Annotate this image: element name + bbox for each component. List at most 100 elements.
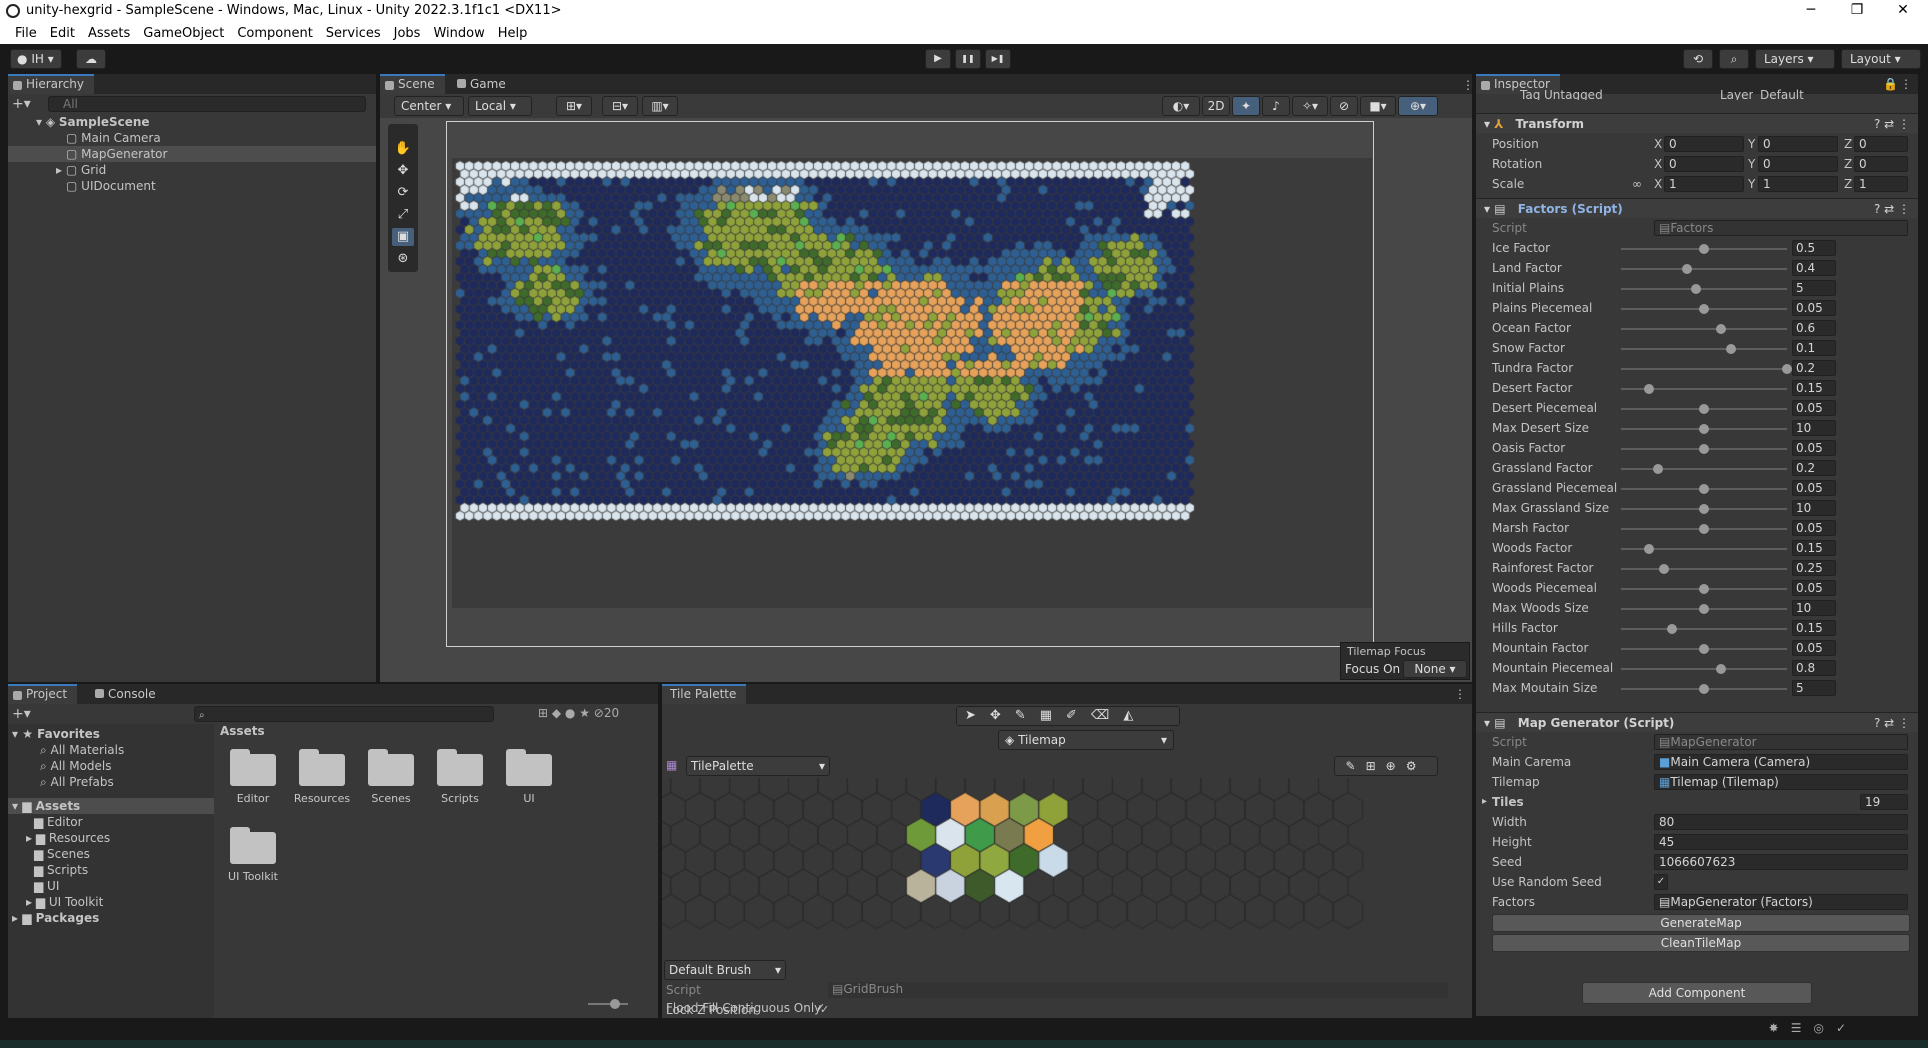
status-icons[interactable]: ✸☰◎✓ bbox=[1769, 1021, 1858, 1035]
clean-tilemap-button[interactable]: CleanTileMap bbox=[1492, 934, 1910, 952]
bug-icon[interactable]: ✸ bbox=[1769, 1021, 1791, 1035]
slider-knob[interactable] bbox=[1699, 484, 1709, 494]
cache-icon[interactable]: ☰ bbox=[1791, 1021, 1814, 1035]
maximize-button[interactable]: ❐ bbox=[1834, 0, 1880, 22]
factor-value[interactable]: 10 bbox=[1792, 500, 1836, 516]
scene-more-icon[interactable]: ⋮ bbox=[1462, 78, 1474, 92]
rotation-y[interactable]: 0 bbox=[1758, 156, 1838, 172]
layer-dropdown[interactable]: Default bbox=[1760, 88, 1900, 100]
effects-dropdown[interactable]: ✧▾ bbox=[1292, 96, 1328, 116]
factor-slider[interactable] bbox=[1621, 424, 1787, 434]
position-x[interactable]: 0 bbox=[1664, 136, 1744, 152]
scale-z[interactable]: 1 bbox=[1854, 176, 1908, 192]
factor-value[interactable]: 0.15 bbox=[1792, 540, 1836, 556]
mapgen-header[interactable]: ▾ ▤ Map Generator (Script) ? ⇄ ⋮ bbox=[1476, 712, 1918, 732]
favorites-node[interactable]: ▾ ★ Favorites bbox=[12, 726, 100, 742]
slider-knob[interactable] bbox=[1699, 644, 1709, 654]
factor-slider[interactable] bbox=[1621, 364, 1792, 374]
slider-knob[interactable] bbox=[1699, 424, 1709, 434]
factor-value[interactable]: 0.15 bbox=[1792, 380, 1836, 396]
tab-hierarchy[interactable]: Hierarchy bbox=[8, 74, 95, 94]
slider-knob[interactable] bbox=[1699, 244, 1709, 254]
tree-resources[interactable]: ▸ ▆ Resources bbox=[26, 830, 110, 846]
menu-help[interactable]: Help bbox=[498, 26, 528, 41]
factor-slider[interactable] bbox=[1621, 564, 1787, 574]
factor-slider[interactable] bbox=[1621, 264, 1787, 274]
factor-slider[interactable] bbox=[1621, 444, 1787, 454]
scene-row[interactable]: ▾ ◈ SampleScene bbox=[8, 114, 376, 130]
factor-value[interactable]: 0.05 bbox=[1792, 440, 1836, 456]
slider-knob[interactable] bbox=[1699, 304, 1709, 314]
factor-slider[interactable] bbox=[1621, 684, 1787, 694]
cloud-button[interactable]: ☁ bbox=[76, 49, 106, 69]
factor-value[interactable]: 0.4 bbox=[1792, 260, 1836, 276]
increment-snap-button[interactable]: ⊟▾ bbox=[602, 96, 638, 116]
edit-icon[interactable]: ✎ bbox=[1346, 759, 1366, 773]
folder-icon[interactable] bbox=[228, 824, 280, 864]
picker-icon[interactable]: ✐ bbox=[1066, 708, 1091, 723]
hidden-objects-toggle[interactable]: ⊘ bbox=[1330, 96, 1358, 116]
tree-editor[interactable]: ▆ Editor bbox=[34, 814, 83, 830]
rotate-tool-icon[interactable]: ⟳ bbox=[392, 184, 414, 202]
eraser-icon[interactable]: ⌫ bbox=[1091, 708, 1123, 723]
palette-grid[interactable] bbox=[662, 778, 1472, 958]
step-button[interactable]: ▶❚ bbox=[985, 49, 1011, 69]
hierarchy-item-uidocument[interactable]: ▢ UIDocument bbox=[8, 178, 376, 194]
slider-knob[interactable] bbox=[1699, 404, 1709, 414]
rect-tool-icon[interactable]: ▣ bbox=[392, 228, 414, 246]
menu-window[interactable]: Window bbox=[433, 26, 484, 41]
create-asset-button[interactable]: +▾ bbox=[12, 706, 31, 722]
random-seed-checkbox[interactable]: ✓ bbox=[1654, 874, 1668, 890]
position-y[interactable]: 0 bbox=[1758, 136, 1838, 152]
factor-value[interactable]: 0.05 bbox=[1792, 580, 1836, 596]
factor-value[interactable]: 5 bbox=[1792, 680, 1836, 696]
hierarchy-item-mapgenerator[interactable]: ▢ MapGenerator bbox=[8, 146, 376, 162]
factor-slider[interactable] bbox=[1621, 664, 1787, 674]
box-fill-icon[interactable]: ▦ bbox=[1040, 708, 1066, 723]
menu-assets[interactable]: Assets bbox=[88, 26, 130, 41]
factor-slider[interactable] bbox=[1621, 604, 1787, 614]
palette-tools[interactable]: ➤✥✎▦✐⌫◭ bbox=[956, 706, 1180, 726]
gizmo-icon[interactable]: ⊕ bbox=[1386, 759, 1406, 773]
transform-header[interactable]: ▾ ⅄ Transform ? ⇄ ⋮ bbox=[1476, 113, 1918, 133]
factor-value[interactable]: 0.1 bbox=[1792, 340, 1836, 356]
slider-knob[interactable] bbox=[1652, 464, 1663, 474]
scale-tool-icon[interactable]: ⤢ bbox=[392, 206, 414, 224]
layout-dropdown[interactable]: Layout ▾ bbox=[1841, 49, 1921, 69]
slider-knob[interactable] bbox=[1715, 664, 1726, 674]
tree-ui[interactable]: ▆ UI bbox=[34, 878, 59, 894]
slider-knob[interactable] bbox=[1715, 324, 1726, 334]
slider-knob[interactable] bbox=[1644, 544, 1655, 554]
factor-slider[interactable] bbox=[1621, 504, 1787, 514]
audio-toggle[interactable]: ♪ bbox=[1262, 96, 1290, 116]
tree-ui-toolkit[interactable]: ▸ ▆ UI Toolkit bbox=[26, 894, 103, 910]
factor-value[interactable]: 10 bbox=[1792, 600, 1836, 616]
tab-scene[interactable]: Scene bbox=[380, 74, 445, 94]
search-button[interactable]: ⌕ bbox=[1719, 49, 1749, 69]
folder-icon[interactable] bbox=[435, 746, 487, 786]
factor-slider[interactable] bbox=[1621, 384, 1787, 394]
hex-map[interactable] bbox=[452, 158, 1372, 608]
inspector-more-icon[interactable]: ⋮ bbox=[1900, 77, 1912, 91]
slider-knob[interactable] bbox=[1782, 364, 1792, 374]
packages-node[interactable]: ▸ ▆ Packages bbox=[12, 910, 99, 926]
align-button[interactable]: ▥▾ bbox=[642, 96, 678, 116]
factor-value[interactable]: 0.25 bbox=[1792, 560, 1836, 576]
slider-knob[interactable] bbox=[1644, 384, 1655, 394]
factor-slider[interactable] bbox=[1621, 404, 1787, 414]
pivot-dropdown[interactable]: Center ▾ bbox=[394, 96, 464, 116]
rotation-x[interactable]: 0 bbox=[1664, 156, 1744, 172]
folder-icon[interactable] bbox=[366, 746, 418, 786]
transform-tool-icon[interactable]: ⊛ bbox=[392, 250, 414, 268]
menu-file[interactable]: File bbox=[15, 26, 37, 41]
factor-value[interactable]: 10 bbox=[1792, 420, 1836, 436]
folder-icon[interactable] bbox=[228, 746, 280, 786]
factor-value[interactable]: 0.15 bbox=[1792, 620, 1836, 636]
factor-value[interactable]: 0.6 bbox=[1792, 320, 1836, 336]
factor-value[interactable]: 0.8 bbox=[1792, 660, 1836, 676]
account-button[interactable]: ● IH ▾ bbox=[10, 49, 62, 69]
activity-icon[interactable]: ◎ bbox=[1813, 1021, 1835, 1035]
factor-slider[interactable] bbox=[1621, 344, 1787, 354]
check-icon[interactable]: ✓ bbox=[1836, 1021, 1858, 1035]
assets-node[interactable]: ▾ ▆ Assets bbox=[8, 798, 214, 814]
